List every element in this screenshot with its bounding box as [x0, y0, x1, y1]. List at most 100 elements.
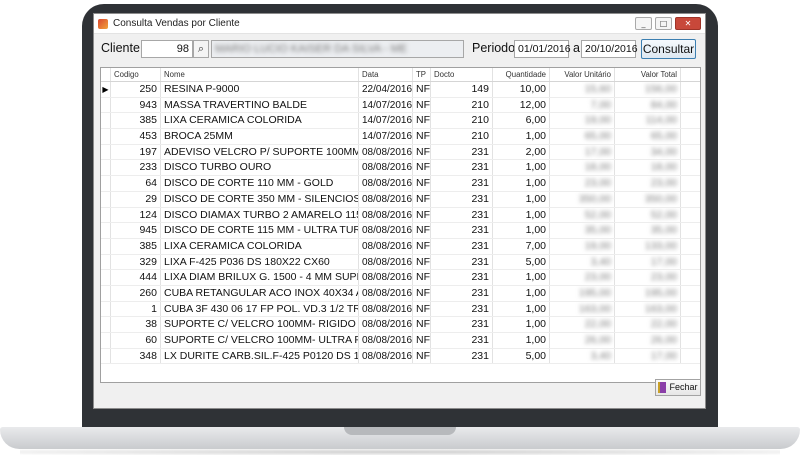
cell-codigo: 197	[111, 144, 161, 160]
header-codigo[interactable]: Codigo	[111, 68, 161, 81]
cell-tp: NF	[413, 333, 431, 348]
close-button[interactable]: ✕	[675, 17, 701, 30]
cell-valor-total-value: 17,00	[650, 349, 677, 362]
cell-data: 08/08/2016	[359, 348, 413, 364]
row-indicator	[101, 191, 111, 207]
cell-data: 08/08/2016	[359, 191, 413, 207]
cell-valor-unitario-value: 23,00	[584, 271, 611, 284]
cell-quantidade: 1,00	[493, 176, 550, 191]
table-row[interactable]: ▶ 250 RESINA P-9000 22/04/2016 NF 149 10,00 15,…	[101, 82, 700, 98]
cell-tp: NF	[413, 191, 431, 207]
table-row[interactable]: 943 MASSA TRAVERTINO BALDE 14/07/2016 NF 210…	[101, 97, 700, 114]
consultar-button[interactable]: Consultar	[641, 39, 696, 59]
cell-valor-total-value: 22,00	[650, 318, 677, 331]
cell-valor-total: 350,00	[615, 191, 681, 207]
cell-valor-total: 65,00	[615, 129, 681, 144]
row-indicator	[101, 223, 111, 238]
cell-nome: RESINA P-9000	[161, 82, 359, 97]
table-row[interactable]: 1 CUBA 3F 430 06 17 FP POL. VD.3 1/2 TRD …	[101, 301, 700, 318]
search-icon[interactable]: ⌕	[193, 40, 209, 58]
cell-quantidade: 1,00	[493, 317, 550, 332]
table-row[interactable]: 233 DISCO TURBO OURO 08/08/2016 NF 231 1,00 18…	[101, 160, 700, 177]
cell-docto: 231	[431, 160, 493, 176]
table-row[interactable]: 124 DISCO DIAMAX TURBO 2 AMARELO 115M 08/0…	[101, 207, 700, 224]
cell-docto: 231	[431, 191, 493, 207]
cell-docto: 210	[431, 97, 493, 113]
header-data[interactable]: Data	[359, 68, 413, 81]
cell-nome: LIXA CERAMICA COLORIDA	[161, 113, 359, 129]
row-indicator	[101, 301, 111, 317]
cell-data: 08/08/2016	[359, 333, 413, 348]
cell-nome: DISCO DIAMAX TURBO 2 AMARELO 115M	[161, 207, 359, 223]
cell-data: 08/08/2016	[359, 223, 413, 238]
table-row[interactable]: 444 LIXA DIAM BRILUX G. 1500 - 4 MM SUPER…	[101, 270, 700, 286]
cell-docto: 231	[431, 238, 493, 254]
table-row[interactable]: 60SUPORTE C/ VELCRO 100MM- ULTRA FLEX08/…	[101, 333, 700, 349]
table-row[interactable]: 385 LIXA CERAMICA COLORIDA 14/07/2016 NF 210…	[101, 113, 700, 130]
cell-valor-unitario: 195,00	[550, 285, 615, 301]
cell-valor-unitario: 350,00	[550, 191, 615, 207]
row-indicator	[101, 285, 111, 301]
row-indicator	[101, 207, 111, 223]
header-docto[interactable]: Docto	[431, 68, 493, 81]
row-indicator	[101, 348, 111, 364]
cell-quantidade: 1,00	[493, 129, 550, 144]
cell-valor-unitario-value: 52,00	[584, 208, 611, 221]
date-to-input[interactable]: 20/10/2016	[581, 40, 638, 58]
cell-valor-unitario-value: 350,00	[578, 192, 611, 205]
cell-codigo: 124	[111, 207, 161, 223]
table-row[interactable]: 348 LX DURITE CARB.SIL.F-425 P0120 DS 180…	[101, 348, 700, 365]
cell-valor-unitario-value: 3,40	[590, 349, 611, 362]
cell-docto: 149	[431, 82, 493, 97]
header-quantidade[interactable]: Quantidade	[493, 68, 550, 81]
table-row[interactable]: 453 BROCA 25MM 14/07/2016 NF 210 1,00 65,00 65,…	[101, 129, 700, 145]
table-row[interactable]: 945 DISCO DE CORTE 115 MM - ULTRA TURBO 08…	[101, 223, 700, 239]
header-nome[interactable]: Nome	[161, 68, 359, 81]
cell-valor-unitario: 52,00	[550, 207, 615, 223]
row-indicator	[101, 113, 111, 129]
cell-data: 08/08/2016	[359, 160, 413, 176]
cell-valor-total: 18,00	[615, 160, 681, 176]
app-icon	[98, 18, 108, 29]
cell-tp: NF	[413, 301, 431, 317]
cell-valor-total: 22,00	[615, 317, 681, 332]
cell-docto: 231	[431, 270, 493, 285]
cell-data: 14/07/2016	[359, 129, 413, 144]
table-row[interactable]: 29 DISCO DE CORTE 350 MM - SILENCIOSA 08/0…	[101, 191, 700, 208]
cell-valor-total: 23,00	[615, 270, 681, 285]
cell-valor-total: 52,00	[615, 207, 681, 223]
cell-codigo: 943	[111, 97, 161, 113]
cell-data: 08/08/2016	[359, 301, 413, 317]
minimize-button[interactable]: _	[635, 17, 652, 30]
cliente-code-input[interactable]: 98	[141, 40, 193, 58]
table-row[interactable]: 38 SUPORTE C/ VELCRO 100MM- RIGIDO 08/08/2…	[101, 317, 700, 333]
cell-tp: NF	[413, 176, 431, 191]
date-from-input[interactable]: 01/01/2016	[514, 40, 571, 58]
table-row[interactable]: 260 CUBA RETANGULAR ACO INOX 40X34 AB 08/0…	[101, 285, 700, 302]
cell-valor-unitario-value: 3,40	[590, 255, 611, 268]
cliente-name-field: MARIO LUCIO KAISER DA SILVA - ME	[211, 40, 464, 58]
table-row[interactable]: 329 LIXA F-425 P036 DS 180X22 CX60 08/08/2…	[101, 254, 700, 271]
header-valor-total[interactable]: Valor Total	[615, 68, 681, 81]
cell-valor-unitario-value: 23,00	[584, 177, 611, 190]
maximize-button[interactable]: □	[655, 17, 672, 30]
cell-valor-unitario: 19,00	[550, 113, 615, 129]
header-valor-unitario[interactable]: Valor Unitário	[550, 68, 615, 81]
grid-header: Codigo Nome Data TP Docto Quantidade Val…	[101, 68, 700, 82]
cell-quantidade: 6,00	[493, 113, 550, 129]
laptop-notch	[344, 427, 456, 435]
table-row[interactable]: 64 DISCO DE CORTE 110 MM - GOLD 08/08/2016…	[101, 176, 700, 192]
cell-quantidade: 1,00	[493, 223, 550, 238]
header-tp[interactable]: TP	[413, 68, 431, 81]
cell-data: 08/08/2016	[359, 270, 413, 285]
window-controls: _ □ ✕	[635, 17, 701, 30]
cell-docto: 231	[431, 254, 493, 270]
cell-docto: 231	[431, 223, 493, 238]
fechar-button[interactable]: Fechar	[655, 379, 701, 396]
cell-valor-unitario-value: 22,00	[584, 318, 611, 331]
cell-valor-total-value: 18,00	[650, 161, 677, 174]
cell-tp: NF	[413, 207, 431, 223]
table-row[interactable]: 385 LIXA CERAMICA COLORIDA 08/08/2016 NF 231…	[101, 238, 700, 255]
cell-data: 08/08/2016	[359, 207, 413, 223]
table-row[interactable]: 197 ADEVISO VELCRO P/ SUPORTE 100MM 08/08/…	[101, 144, 700, 161]
